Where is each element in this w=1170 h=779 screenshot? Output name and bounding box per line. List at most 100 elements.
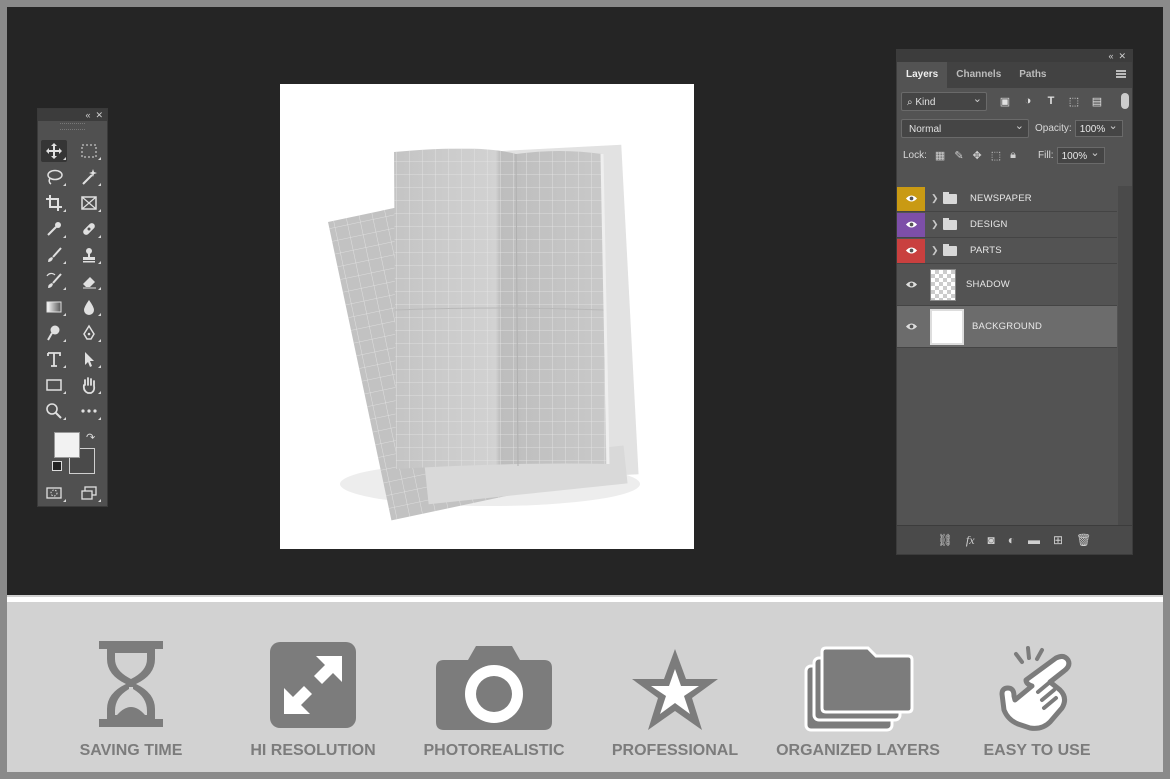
layer-list: ❯ NEWSPAPER ❯ DESIGN ❯ PARTS SHADOW BACK… bbox=[897, 186, 1117, 348]
shape-filter-icon[interactable]: ⬚ bbox=[1066, 95, 1082, 108]
feature-label: HI RESOLUTION bbox=[250, 742, 376, 759]
tab-paths[interactable]: Paths bbox=[1010, 62, 1055, 88]
panel-menu-icon[interactable] bbox=[1116, 70, 1126, 78]
move-tool-icon[interactable] bbox=[41, 140, 67, 162]
expand-chevron-icon[interactable]: ❯ bbox=[931, 219, 941, 230]
delete-layer-icon[interactable]: 🗑︎ bbox=[1076, 533, 1091, 547]
lock-icons: ▦ ✎ ✥ ⬚ 🔒︎ bbox=[935, 149, 1016, 162]
rectangle-tool-icon[interactable] bbox=[41, 374, 67, 396]
eyedropper-icon[interactable] bbox=[41, 218, 67, 240]
visibility-eye-icon[interactable] bbox=[897, 186, 925, 211]
hand-tool-icon[interactable] bbox=[76, 374, 102, 396]
pixel-filter-icon[interactable]: ▣ bbox=[997, 95, 1013, 108]
quick-mask-icon[interactable] bbox=[41, 482, 67, 504]
fx-icon[interactable]: fx bbox=[966, 533, 975, 548]
feature-label: ORGANIZED LAYERS bbox=[776, 742, 940, 759]
history-brush-icon[interactable] bbox=[41, 270, 67, 292]
visibility-eye-icon[interactable] bbox=[897, 306, 925, 347]
blend-row: Normal Opacity: 100% bbox=[897, 115, 1132, 142]
lock-row: Lock: ▦ ✎ ✥ ⬚ 🔒︎ Fill: 100% bbox=[897, 142, 1132, 169]
adjustment-filter-icon[interactable]: ◑ bbox=[1020, 95, 1036, 108]
type-filter-icon[interactable]: T bbox=[1043, 95, 1059, 108]
new-layer-icon[interactable]: ⊞ bbox=[1053, 533, 1063, 547]
fill-input[interactable]: 100% bbox=[1056, 145, 1105, 164]
lock-label: Lock: bbox=[903, 150, 927, 161]
add-mask-icon[interactable]: ◙ bbox=[988, 533, 995, 547]
crop-tool-icon[interactable] bbox=[41, 192, 67, 214]
layers-panel-header[interactable]: « ✕ bbox=[897, 50, 1132, 62]
tab-layers[interactable]: Layers bbox=[897, 62, 948, 88]
opacity-label: Opacity: bbox=[1035, 123, 1072, 134]
lock-transparent-icon[interactable]: ▦ bbox=[935, 149, 945, 162]
opacity-input[interactable]: 100% bbox=[1074, 118, 1123, 137]
type-tool-icon[interactable] bbox=[41, 348, 67, 370]
stacked-folders-icon bbox=[804, 646, 914, 732]
zoom-tool-icon[interactable] bbox=[41, 400, 67, 422]
document-canvas[interactable] bbox=[280, 84, 694, 549]
screen-mode-icon[interactable] bbox=[76, 482, 102, 504]
folder-icon bbox=[943, 191, 957, 204]
link-layers-icon[interactable]: ⛓ bbox=[938, 533, 953, 547]
marquee-tool-icon[interactable] bbox=[76, 140, 102, 162]
layer-group-newspaper[interactable]: ❯ NEWSPAPER bbox=[897, 186, 1117, 212]
filter-toggle[interactable] bbox=[1121, 93, 1129, 109]
gradient-tool-icon[interactable] bbox=[41, 296, 67, 318]
lasso-tool-icon[interactable] bbox=[41, 166, 67, 188]
blend-mode-select[interactable]: Normal bbox=[901, 117, 1029, 138]
tab-channels[interactable]: Channels bbox=[947, 62, 1010, 88]
layer-thumbnail bbox=[930, 308, 964, 345]
visibility-eye-icon[interactable] bbox=[897, 212, 925, 237]
clone-stamp-icon[interactable] bbox=[76, 244, 102, 266]
layer-thumbnail bbox=[930, 268, 956, 301]
pen-tool-icon[interactable] bbox=[76, 322, 102, 344]
feature-label: EASY TO USE bbox=[983, 742, 1091, 759]
foreground-color-swatch[interactable] bbox=[54, 432, 80, 458]
layers-panel-footer: ⛓ fx ◙ ◐ ▬ ⊞ 🗑︎ bbox=[897, 525, 1132, 554]
tools-panel: « ✕ ↷ bbox=[37, 108, 108, 507]
tools-panel-header[interactable]: « ✕ bbox=[38, 109, 107, 121]
lock-artboard-icon[interactable]: ⬚ bbox=[991, 149, 1001, 162]
magic-wand-icon[interactable] bbox=[76, 166, 102, 188]
frame-tool-icon[interactable] bbox=[76, 192, 102, 214]
feature-label: PROFESSIONAL bbox=[611, 742, 739, 759]
blur-tool-icon[interactable] bbox=[76, 296, 102, 318]
adjustment-layer-icon[interactable]: ◐ bbox=[1008, 533, 1015, 547]
more-tools-icon[interactable] bbox=[76, 400, 102, 422]
lock-position-icon[interactable]: ✥ bbox=[973, 149, 982, 162]
expand-arrows-icon bbox=[270, 642, 356, 728]
default-colors-icon[interactable] bbox=[52, 461, 62, 471]
layers-panel-tabs: Layers Channels Paths bbox=[897, 62, 1132, 88]
visibility-eye-icon[interactable] bbox=[897, 264, 925, 305]
filter-kind-select[interactable]: ⌕ Kind bbox=[901, 90, 987, 111]
layers-scrollbar[interactable] bbox=[1118, 186, 1132, 526]
folder-icon bbox=[943, 217, 957, 230]
brush-tool-icon[interactable] bbox=[41, 244, 67, 266]
path-selection-icon[interactable] bbox=[76, 348, 102, 370]
layer-background[interactable]: BACKGROUND bbox=[897, 306, 1117, 348]
tools-panel-grip[interactable] bbox=[60, 123, 85, 130]
new-group-icon[interactable]: ▬ bbox=[1028, 533, 1040, 547]
expand-chevron-icon[interactable]: ❯ bbox=[931, 245, 941, 256]
frame: « ✕ ↷ « ✕ Layers Channels Paths ⌕ Kind ⌄… bbox=[7, 7, 1163, 772]
layer-group-design[interactable]: ❯ DESIGN bbox=[897, 212, 1117, 238]
filter-kind-value: Kind bbox=[915, 97, 936, 108]
folder-icon bbox=[943, 243, 957, 256]
layer-shadow[interactable]: SHADOW bbox=[897, 264, 1117, 306]
filter-icons: ▣ ◑ T ⬚ ▤ bbox=[997, 95, 1105, 108]
filter-row: ⌕ Kind ▣ ◑ T ⬚ ▤ bbox=[897, 88, 1132, 115]
lock-all-icon[interactable]: 🔒︎ bbox=[1010, 149, 1016, 162]
eraser-tool-icon[interactable] bbox=[76, 270, 102, 292]
dodge-tool-icon[interactable] bbox=[41, 322, 67, 344]
lock-pixels-icon[interactable]: ✎ bbox=[954, 149, 963, 162]
expand-chevron-icon[interactable]: ❯ bbox=[931, 193, 941, 204]
swap-colors-icon[interactable]: ↷ bbox=[86, 431, 95, 444]
layer-name: DESIGN bbox=[970, 219, 1008, 230]
visibility-eye-icon[interactable] bbox=[897, 238, 925, 263]
camera-icon bbox=[436, 646, 552, 730]
fill-label: Fill: bbox=[1038, 150, 1054, 161]
feature-label: SAVING TIME bbox=[79, 742, 183, 759]
smart-object-filter-icon[interactable]: ▤ bbox=[1089, 95, 1105, 108]
healing-brush-icon[interactable] bbox=[76, 218, 102, 240]
feature-label: PHOTOREALISTIC bbox=[423, 742, 565, 759]
layer-group-parts[interactable]: ❯ PARTS bbox=[897, 238, 1117, 264]
